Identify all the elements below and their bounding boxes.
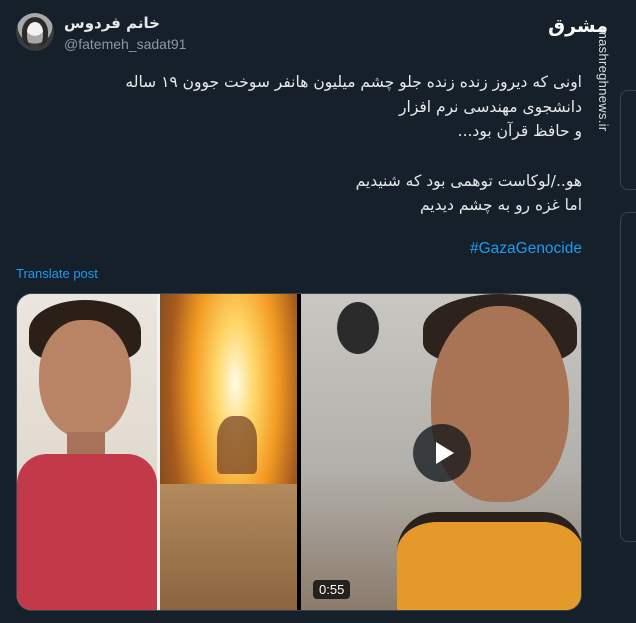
fire-ground — [160, 484, 297, 610]
side-scroll-rail — [620, 90, 636, 190]
author-handle[interactable]: @fatemeh_sadat91 — [64, 36, 186, 52]
tweet-line: و حافظ قرآن بود... — [457, 122, 582, 140]
hashtag-link[interactable]: #GazaGenocide — [470, 240, 582, 258]
tweet-line: اونی که دیروز زنده زنده جلو چشم میلیون ه… — [125, 73, 582, 91]
tweet-line: اما غزه رو به چشم دیدیم — [419, 196, 582, 214]
play-button[interactable] — [413, 424, 471, 482]
tweet-media[interactable]: 0:55 — [16, 293, 582, 611]
video-shirt — [397, 512, 581, 610]
avatar-hair — [22, 17, 48, 47]
site-watermark: mashreghnews.ir — [596, 28, 611, 132]
fire-figure — [217, 416, 257, 474]
translate-post-link[interactable]: Translate post — [16, 266, 98, 281]
author-display-name[interactable]: خانم فردوس — [64, 14, 160, 32]
author-avatar[interactable] — [16, 13, 54, 51]
portrait-shirt — [17, 454, 157, 610]
wall-shadow — [337, 302, 379, 354]
portrait-face — [39, 320, 131, 438]
photo-collage[interactable] — [17, 294, 297, 610]
tweet-line: دانشجوی مهندسی نرم افزار — [399, 98, 582, 116]
video-duration: 0:55 — [313, 580, 351, 599]
play-icon — [435, 442, 454, 464]
tweet-line: هو../لوکاست توهمی بود که شنیدیم — [355, 172, 582, 190]
side-scroll-rail — [620, 212, 636, 542]
